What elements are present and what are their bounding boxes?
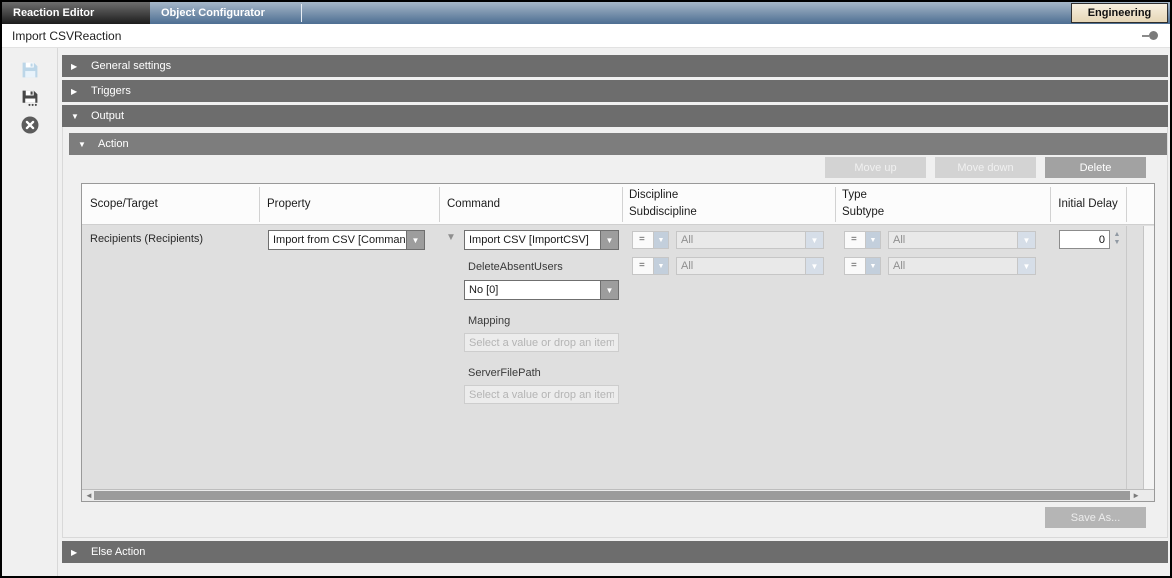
dropdown-arrow-icon[interactable]: ▼ (653, 258, 668, 274)
tab-separator (301, 4, 302, 22)
dropdown-arrow-icon[interactable]: ▼ (600, 231, 618, 249)
horizontal-scrollbar-thumb[interactable] (94, 491, 1130, 500)
discipline-operator-dropdown[interactable]: = ▼ (632, 231, 669, 249)
param-label: DeleteAbsentUsers (468, 261, 563, 273)
discipline-value-dropdown[interactable]: All ▼ (676, 231, 824, 249)
section-else-action-label: Else Action (91, 546, 145, 558)
delete-absent-users-dropdown[interactable]: No [0] ▼ (464, 280, 619, 300)
subdiscipline-operator-dropdown[interactable]: = ▼ (632, 257, 669, 275)
action-table: Scope/Target Property Command Discipline… (81, 183, 1155, 502)
param-label: Mapping (468, 315, 510, 327)
col-discipline: Discipline (629, 189, 678, 201)
section-general-settings-label: General settings (91, 60, 171, 72)
scroll-left-icon[interactable]: ◄ (85, 490, 93, 501)
chevron-right-icon: ▶ (71, 87, 91, 96)
engineering-mode-button[interactable]: Engineering (1071, 3, 1168, 23)
dropdown-arrow-icon[interactable]: ▼ (406, 231, 424, 249)
action-table-header: Scope/Target Property Command Discipline… (82, 184, 1154, 225)
section-triggers[interactable]: ▶ Triggers (62, 80, 1168, 102)
section-general-settings[interactable]: ▶ General settings (62, 55, 1168, 77)
initial-delay-input[interactable] (1059, 230, 1110, 249)
col-subdiscipline: Subdiscipline (629, 206, 697, 218)
section-else-action[interactable]: ▶ Else Action (62, 541, 1168, 563)
dropdown-arrow-icon[interactable]: ▼ (805, 258, 823, 274)
tab-object-configurator-label: Object Configurator (161, 7, 265, 19)
pin-icon[interactable] (1142, 31, 1158, 40)
subtype-value-dropdown[interactable]: All ▼ (888, 257, 1036, 275)
row-scope-target: Recipients (Recipients) (90, 233, 203, 245)
command-dropdown[interactable]: Import CSV [ImportCSV] ▼ (464, 230, 619, 250)
spinner-up-icon[interactable]: ▲ (1114, 231, 1121, 239)
dropdown-arrow-icon[interactable]: ▼ (600, 281, 618, 299)
delete-button[interactable]: Delete (1045, 157, 1146, 178)
command-dropdown-value: Import CSV [ImportCSV] (465, 231, 600, 249)
top-tab-bar: Reaction Editor Object Configurator (2, 2, 1170, 24)
col-type: Type (842, 189, 867, 201)
col-initial-delay: Initial Delay (1050, 198, 1126, 210)
mapping-input[interactable] (464, 333, 619, 352)
dropdown-arrow-icon[interactable]: ▼ (865, 258, 880, 274)
subdiscipline-value-dropdown[interactable]: All ▼ (676, 257, 824, 275)
dropdown-arrow-icon[interactable]: ▼ (1017, 232, 1035, 248)
chevron-right-icon: ▶ (71, 548, 91, 557)
horizontal-scrollbar[interactable]: ◄ ► (82, 489, 1154, 501)
section-action[interactable]: ▼ Action (69, 133, 1167, 155)
dropdown-arrow-icon[interactable]: ▼ (1017, 258, 1035, 274)
move-down-button[interactable]: Move down (935, 157, 1036, 178)
chevron-down-icon: ▼ (78, 140, 98, 149)
dropdown-arrow-icon[interactable]: ▼ (653, 232, 668, 248)
chevron-down-icon: ▼ (71, 112, 91, 121)
tab-object-configurator[interactable]: Object Configurator (150, 2, 301, 24)
chevron-right-icon: ▶ (71, 62, 91, 71)
dropdown-arrow-icon[interactable]: ▼ (805, 232, 823, 248)
property-dropdown[interactable]: Import from CSV [Commands. ▼ (268, 230, 425, 250)
initial-delay-spinner[interactable]: ▲ ▼ (1111, 231, 1123, 247)
save-as-icon[interactable] (21, 89, 39, 107)
section-output-label: Output (91, 110, 124, 122)
section-action-label: Action (98, 138, 129, 150)
tab-reaction-editor-label: Reaction Editor (13, 7, 94, 19)
subtype-operator-dropdown[interactable]: = ▼ (844, 257, 881, 275)
save-as-button[interactable]: Save As... (1045, 507, 1146, 528)
reaction-title-bar: Import CSVReaction (2, 24, 1170, 48)
close-icon[interactable] (21, 116, 39, 134)
command-expander-icon[interactable]: ▼ (446, 232, 456, 243)
server-file-path-input[interactable] (464, 385, 619, 404)
section-triggers-label: Triggers (91, 85, 131, 97)
reaction-title: Import CSVReaction (12, 29, 121, 43)
left-toolbar (2, 48, 58, 576)
scroll-right-icon[interactable]: ► (1132, 490, 1140, 501)
action-button-row: Move up Move down Delete (825, 157, 1146, 178)
col-scope-target: Scope/Target (90, 198, 158, 210)
col-property: Property (267, 198, 310, 210)
spinner-down-icon[interactable]: ▼ (1114, 239, 1121, 247)
col-command: Command (447, 198, 500, 210)
output-section-body: ▼ Action Move up Move down Delete Scope/… (62, 127, 1168, 538)
type-operator-dropdown[interactable]: = ▼ (844, 231, 881, 249)
dropdown-arrow-icon[interactable]: ▼ (865, 232, 880, 248)
col-subtype: Subtype (842, 206, 884, 218)
tab-reaction-editor[interactable]: Reaction Editor (2, 2, 150, 24)
save-icon[interactable] (21, 61, 39, 79)
vertical-scrollbar[interactable] (1143, 226, 1154, 489)
param-label: ServerFilePath (468, 367, 541, 379)
type-value-dropdown[interactable]: All ▼ (888, 231, 1036, 249)
property-dropdown-value: Import from CSV [Commands. (269, 231, 406, 249)
section-output[interactable]: ▼ Output (62, 105, 1168, 127)
app-window: Reaction Editor Object Configurator Engi… (0, 0, 1172, 578)
editor-content: ▶ General settings ▶ Triggers ▼ Output ▼… (62, 55, 1168, 566)
move-up-button[interactable]: Move up (825, 157, 926, 178)
